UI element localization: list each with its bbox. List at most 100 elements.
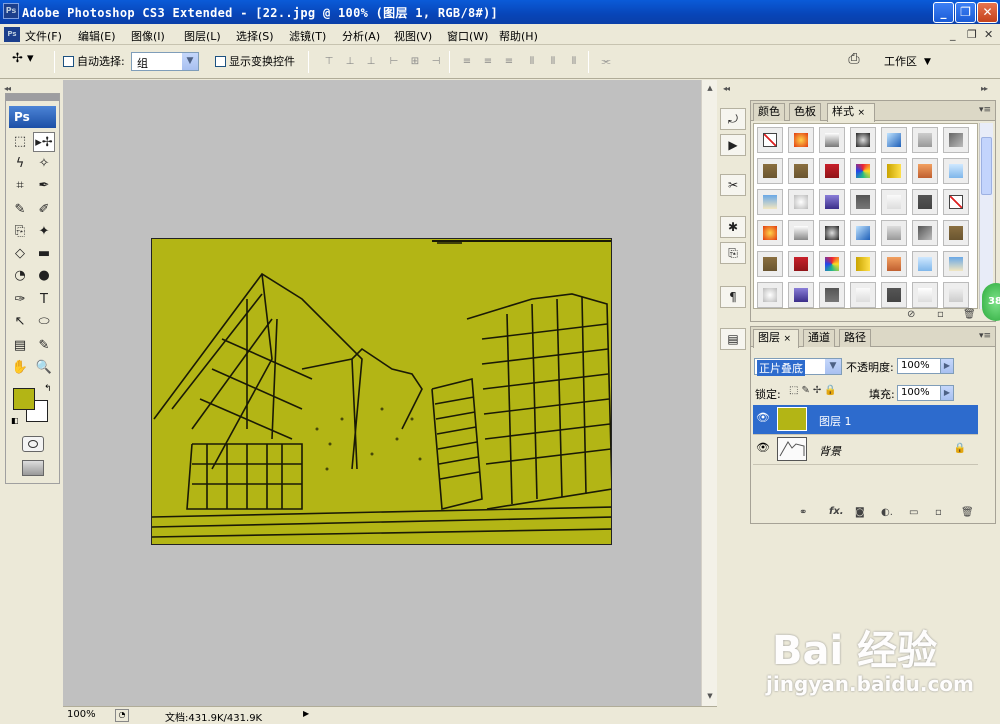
menu-help[interactable]: 帮助(H) [499, 28, 538, 44]
blur-tool-icon[interactable]: ◔ [9, 266, 31, 286]
style-swatch[interactable] [881, 158, 907, 184]
new-style-icon[interactable]: ▫ [937, 309, 944, 320]
style-swatch[interactable] [943, 251, 969, 277]
close-tab-icon[interactable]: × [858, 108, 866, 118]
doc-close-button[interactable]: ✕ [984, 28, 993, 41]
doc-restore-button[interactable]: ❐ [967, 28, 977, 41]
tab-swatches[interactable]: 色板 [789, 103, 821, 121]
move-tool-icon[interactable]: ▸✢ [33, 132, 55, 152]
link-layers-icon[interactable]: ⚭ [799, 507, 807, 518]
style-swatch[interactable] [788, 189, 814, 215]
align-vcenter-icon[interactable]: ⊥ [341, 55, 359, 69]
layer-style-icon[interactable]: fx. [829, 506, 844, 517]
style-swatch[interactable] [757, 282, 783, 308]
clone-source-icon[interactable]: ⎘ [720, 242, 746, 264]
eye-icon[interactable]: 👁 [755, 441, 771, 457]
marquee-tool-icon[interactable]: ⬚ [9, 132, 31, 152]
style-swatch[interactable] [819, 127, 845, 153]
new-group-icon[interactable]: ▭ [909, 507, 918, 518]
dodge-tool-icon[interactable]: ● [33, 266, 55, 286]
style-swatch[interactable] [788, 282, 814, 308]
document-icon[interactable]: Ps [4, 27, 20, 42]
minimize-button[interactable]: _ [933, 2, 954, 23]
quick-mask-icon[interactable] [22, 436, 44, 452]
eyedropper-slice-tool-icon[interactable]: ✒ [33, 176, 55, 196]
lasso-tool-icon[interactable]: ϟ [9, 154, 31, 174]
gradient-tool-icon[interactable]: ▬ [33, 244, 55, 264]
workspace-button[interactable]: 工作区 ▼ [872, 51, 944, 73]
menu-analysis[interactable]: 分析(A) [342, 28, 380, 44]
style-swatch[interactable] [757, 127, 783, 153]
menu-file[interactable]: 文件(F) [25, 28, 62, 44]
ellipse-tool-icon[interactable]: ⬭ [33, 312, 55, 332]
actions-panel-icon[interactable]: ▶ [720, 134, 746, 156]
paragraph-panel-icon[interactable]: ¶ [720, 286, 746, 308]
collapse-arrows-icon[interactable]: ◂◂ [723, 84, 730, 93]
panel-menu-icon[interactable]: ▾≡ [979, 331, 991, 341]
fill-slider-arrow-icon[interactable]: ▶ [940, 385, 954, 401]
style-swatch[interactable] [850, 158, 876, 184]
style-swatch[interactable] [757, 158, 783, 184]
style-swatch[interactable] [850, 220, 876, 246]
style-swatch[interactable] [757, 251, 783, 277]
toolbox-header[interactable] [6, 94, 59, 101]
style-swatch[interactable] [943, 282, 969, 308]
opacity-input[interactable]: 100% [897, 358, 941, 374]
crop-tool-icon[interactable]: ⌗ [9, 176, 31, 196]
menu-image[interactable]: 图像(I) [131, 28, 165, 44]
clone-stamp-tool-icon[interactable]: ⎘ [9, 222, 31, 242]
lock-options-icons[interactable]: ⬚✎✢🔒 [789, 385, 840, 396]
panel-menu-icon[interactable]: ▾≡ [979, 105, 991, 115]
style-swatch[interactable] [850, 127, 876, 153]
zoom-tool-icon[interactable]: 🔍 [33, 358, 55, 378]
auto-align-layers-icon[interactable]: ⫘ [597, 55, 615, 69]
scroll-down-icon[interactable]: ▼ [704, 690, 716, 702]
zoom-level[interactable]: 100% [67, 709, 96, 720]
path-selection-tool-icon[interactable]: ↖ [9, 312, 31, 332]
status-menu-arrow-icon[interactable]: ▶ [303, 709, 309, 718]
foreground-color-swatch[interactable] [13, 388, 35, 410]
layer-name[interactable]: 图层 1 [819, 413, 852, 429]
status-info-icon[interactable]: ◔ [115, 709, 129, 722]
style-swatch[interactable] [881, 220, 907, 246]
layer-row[interactable]: 👁 图层 1 [753, 405, 978, 435]
history-panel-icon[interactable]: ⤾ [720, 108, 746, 130]
tab-channels[interactable]: 通道 [803, 329, 835, 347]
style-swatch[interactable] [850, 251, 876, 277]
styles-scrollbar[interactable] [979, 123, 993, 309]
distribute-left-icon[interactable]: ⫴ [523, 55, 541, 69]
layer-name[interactable]: 背景 [819, 443, 841, 459]
workspace-icon[interactable]: ⎙ [842, 52, 866, 70]
style-swatch[interactable] [788, 127, 814, 153]
swap-colors-icon[interactable]: ↰ [44, 384, 52, 394]
style-swatch[interactable] [788, 220, 814, 246]
layer-comps-icon[interactable]: ▤ [720, 328, 746, 350]
doc-minimize-button[interactable]: _ [950, 28, 956, 41]
style-swatch[interactable] [912, 282, 938, 308]
screen-mode-icon[interactable] [22, 460, 44, 476]
style-swatch[interactable] [819, 189, 845, 215]
brushes-panel-icon[interactable]: ✱ [720, 216, 746, 238]
vertical-scrollbar[interactable]: ▲ ▼ [701, 80, 717, 706]
distribute-bottom-icon[interactable]: ≡ [500, 55, 518, 69]
style-swatch[interactable] [881, 189, 907, 215]
menu-filter[interactable]: 滤镜(T) [289, 28, 326, 44]
blend-mode-dropdown[interactable]: 正片叠底 ▼ [754, 358, 842, 376]
style-swatch[interactable] [757, 189, 783, 215]
align-hcenter-icon[interactable]: ⊞ [406, 55, 424, 69]
style-swatch[interactable] [912, 220, 938, 246]
trash-icon[interactable]: 🗑 [963, 309, 976, 320]
style-swatch[interactable] [819, 251, 845, 277]
style-swatch[interactable] [912, 189, 938, 215]
style-swatch[interactable] [881, 127, 907, 153]
menu-window[interactable]: 窗口(W) [447, 28, 488, 44]
trash-icon[interactable]: 🗑 [961, 507, 974, 518]
align-top-icon[interactable]: ⊤ [320, 55, 338, 69]
scroll-up-icon[interactable]: ▲ [704, 82, 716, 94]
style-swatch[interactable] [819, 158, 845, 184]
style-swatch[interactable] [881, 251, 907, 277]
style-swatch[interactable] [757, 220, 783, 246]
tab-styles[interactable]: 样式 × [827, 103, 875, 122]
collapse-arrows-icon[interactable]: ◂◂ [4, 84, 11, 93]
hand-tool-icon[interactable]: ✋ [9, 358, 31, 378]
